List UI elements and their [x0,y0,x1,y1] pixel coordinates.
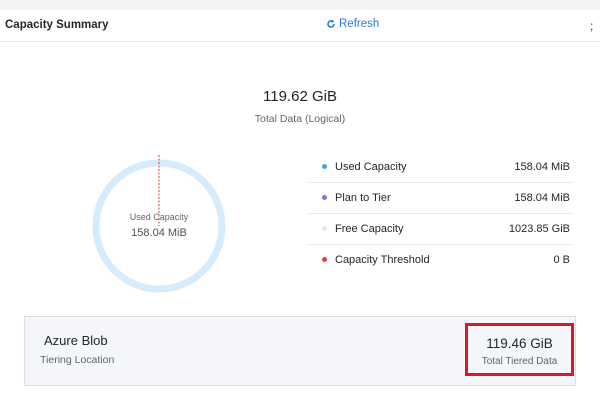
legend-item-capacity-threshold: Capacity Threshold 0 B [308,245,574,275]
tiering-location-card: Azure Blob Tiering Location 119.46 GiB T… [24,316,576,386]
total-tiered-data-highlight: 119.46 GiB Total Tiered Data [465,323,574,376]
total-data-label: Total Data (Logical) [254,113,346,125]
legend-label: Used Capacity [335,161,407,173]
refresh-button[interactable]: Refresh [326,18,379,30]
more-options-button[interactable]: ; [590,19,593,33]
tiering-location-label: Tiering Location [40,354,115,366]
refresh-icon [327,19,335,28]
total-data-value: 119.62 GiB [263,88,337,105]
donut-center-label: Used Capacity [129,212,189,222]
legend-label: Free Capacity [335,223,404,235]
total-tiered-data-label: Total Tiered Data [481,356,558,367]
legend-label: Capacity Threshold [335,254,430,266]
capacity-threshold-dot-icon [322,257,327,262]
legend-label: Plan to Tier [335,192,391,204]
plan-to-tier-dot-icon [322,195,327,200]
legend-value: 1023.85 GiB [508,223,570,235]
tiering-location-name: Azure Blob [44,333,108,348]
donut-center-value: 158.04 MiB [131,227,187,239]
legend-value: 0 B [553,254,570,266]
legend-item-free-capacity: Free Capacity 1023.85 GiB [308,214,574,245]
total-tiered-data-value: 119.46 GiB [486,336,553,351]
panel-header: Capacity Summary Refresh ; [0,10,600,42]
legend-value: 158.04 MiB [514,161,570,173]
panel-title: Capacity Summary [5,19,109,31]
legend-value: 158.04 MiB [514,192,570,204]
used-capacity-dot-icon [322,164,327,169]
capacity-legend: Used Capacity 158.04 MiB Plan to Tier 15… [308,152,574,275]
legend-item-used-capacity: Used Capacity 158.04 MiB [308,152,574,183]
refresh-label: Refresh [339,18,380,30]
capacity-donut-chart [92,155,226,293]
free-capacity-dot-icon [322,226,327,231]
legend-item-plan-to-tier: Plan to Tier 158.04 MiB [308,183,574,214]
top-strip [0,0,600,10]
